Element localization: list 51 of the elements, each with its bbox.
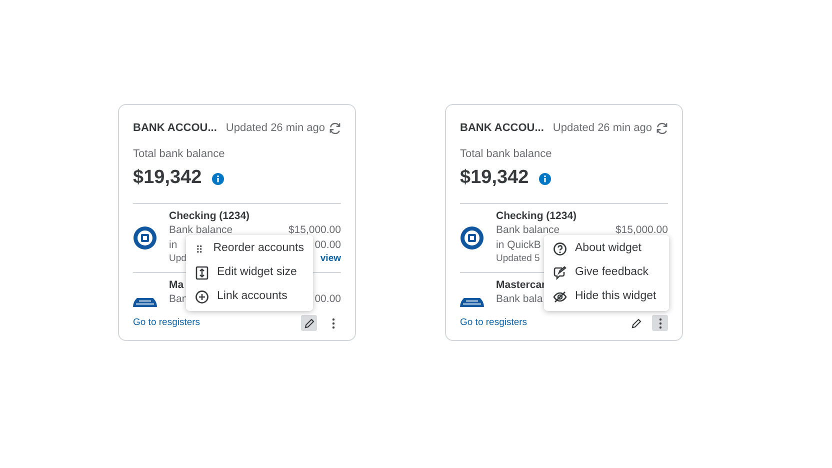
menu-item[interactable]: Reorder accounts bbox=[186, 237, 313, 261]
updated-text: Updated 5 bbox=[496, 252, 540, 266]
bank-logo-icon bbox=[133, 226, 157, 250]
feedback-icon bbox=[553, 266, 567, 280]
updated-text: Upd bbox=[169, 252, 186, 266]
updated-text: Updated 26 min ago bbox=[226, 120, 325, 136]
menu-item[interactable]: About widget bbox=[544, 237, 669, 261]
bank-logo-icon bbox=[460, 298, 484, 306]
account-amount: $15,000.00 bbox=[615, 223, 668, 238]
info-icon[interactable] bbox=[538, 172, 551, 184]
account-amount: 00.00 bbox=[314, 238, 341, 252]
pencil-icon bbox=[630, 318, 642, 328]
account-name: Checking (1234) bbox=[169, 210, 250, 222]
resize-icon bbox=[195, 266, 209, 280]
pencil-icon bbox=[304, 318, 314, 328]
refresh-icon[interactable] bbox=[656, 122, 668, 134]
balance-type-label: Bank balance bbox=[169, 223, 233, 238]
hidden-eye-icon bbox=[553, 290, 567, 304]
kebab-icon bbox=[332, 318, 334, 328]
add-circle-icon bbox=[195, 290, 209, 304]
widget-title: BANK ACCOU... bbox=[460, 120, 544, 136]
balance-type-label: in bbox=[169, 238, 178, 252]
bank-logo-icon bbox=[133, 298, 157, 306]
registers-link[interactable]: Go to resgisters bbox=[460, 316, 528, 330]
menu-item[interactable]: Hide this widget bbox=[544, 285, 669, 309]
bank-logo-icon bbox=[460, 226, 484, 250]
balance-label: Total bank balance bbox=[460, 147, 553, 162]
balance-label: Total bank balance bbox=[133, 147, 226, 162]
registers-link[interactable]: Go to resgisters bbox=[133, 316, 200, 330]
account-name: Mastercar bbox=[496, 278, 546, 290]
account-name: Checking (1234) bbox=[496, 210, 577, 222]
menu-item[interactable]: Link accounts bbox=[186, 285, 313, 309]
balance-type-label: Bank balance bbox=[496, 223, 560, 238]
balance-amount: $19,342 bbox=[460, 166, 529, 190]
balance-type-label: Bank bala bbox=[496, 292, 543, 306]
more-options-button[interactable] bbox=[652, 315, 668, 331]
kebab-icon bbox=[658, 318, 662, 328]
balance-amount: $19,342 bbox=[133, 166, 202, 190]
edit-button[interactable] bbox=[301, 315, 317, 331]
account-amount: $15,000.00 bbox=[288, 223, 341, 238]
menu-item[interactable]: Edit widget size bbox=[186, 261, 313, 285]
menu-item[interactable]: Give feedback bbox=[544, 261, 669, 285]
account-name: Ma bbox=[169, 278, 184, 290]
widget-title: BANK ACCOU... bbox=[133, 120, 217, 136]
account-amount: 00.00 bbox=[314, 292, 341, 306]
updated-text: Updated 26 min ago bbox=[552, 120, 652, 136]
help-icon bbox=[553, 242, 567, 256]
refresh-icon[interactable] bbox=[329, 122, 341, 134]
review-link[interactable]: view bbox=[320, 252, 341, 266]
balance-type-label: in QuickB bbox=[496, 238, 541, 252]
info-icon[interactable] bbox=[212, 172, 224, 184]
